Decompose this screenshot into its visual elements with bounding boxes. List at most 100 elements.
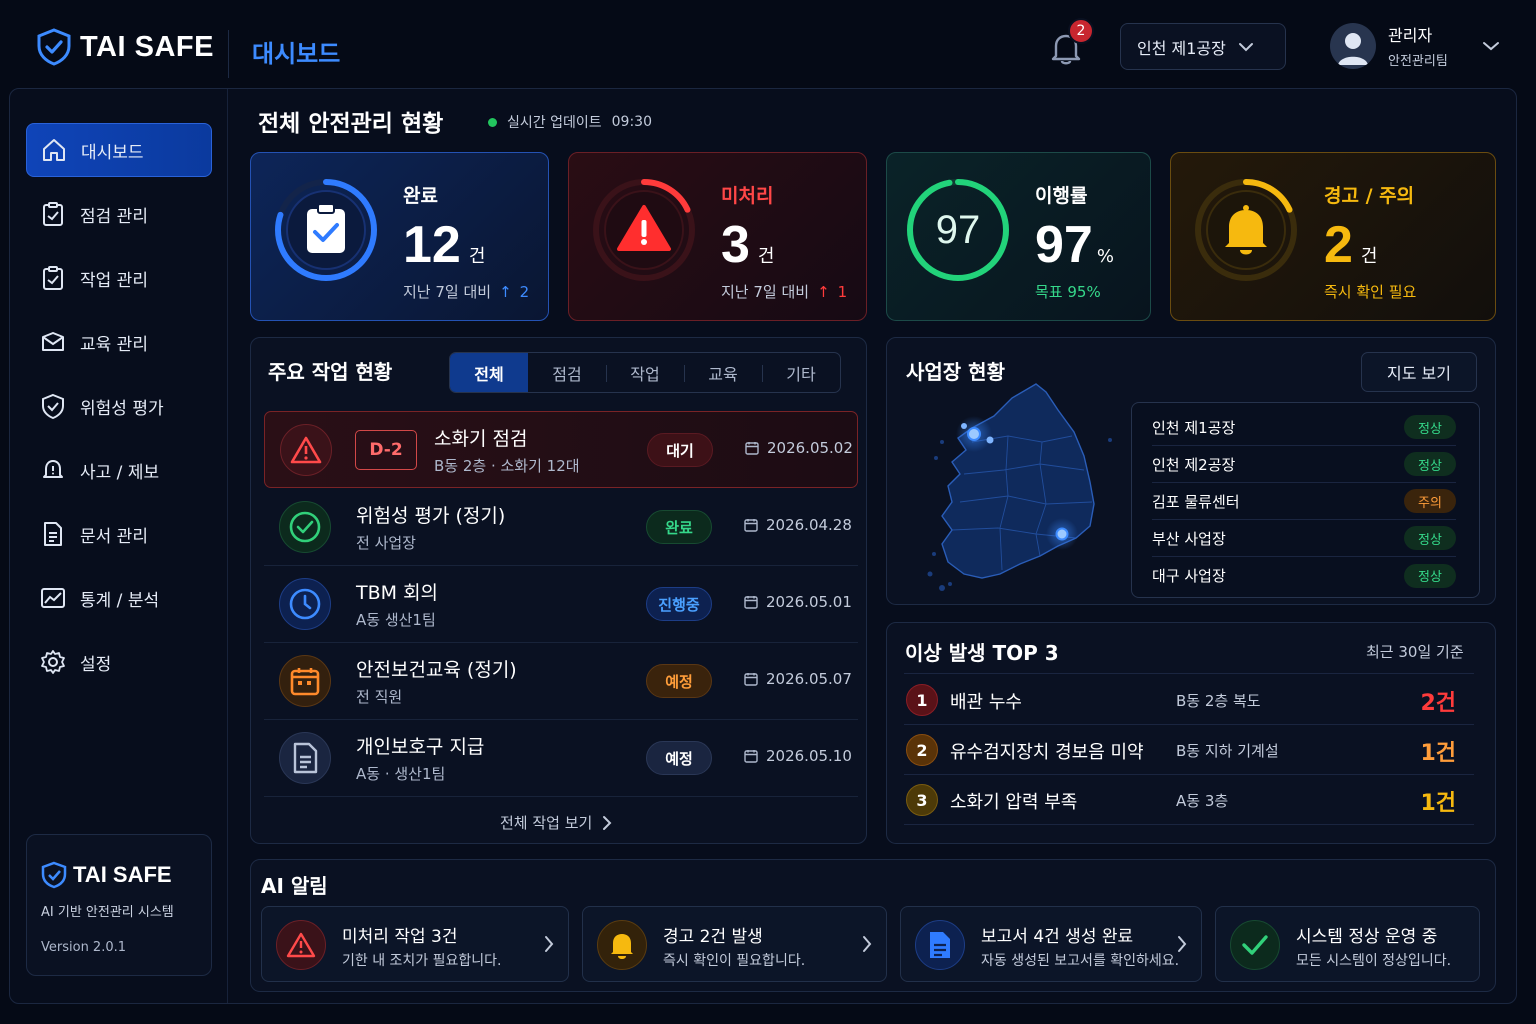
warning-icon bbox=[290, 436, 322, 464]
stat-card-warning[interactable]: 경고 / 주의 2 건 즉시 확인 필요 bbox=[1170, 152, 1496, 321]
live-dot bbox=[488, 117, 497, 127]
tab-all[interactable]: 전체 bbox=[450, 353, 528, 392]
task-row[interactable]: D-2 소화기 점검 B동 2층 · 소화기 12대 대기 2026.05.02 bbox=[264, 411, 858, 488]
task-title: TBM 회의 bbox=[356, 582, 439, 604]
ai-alert-card[interactable]: 경고 2건 발생 즉시 확인이 필요합니다. bbox=[582, 906, 887, 982]
stat-card-pending[interactable]: 미처리 3 건 지난 7일 대비 ↑ 1 bbox=[568, 152, 867, 321]
tab-inspection[interactable]: 점검 bbox=[528, 353, 606, 392]
chevron-right-icon bbox=[863, 936, 872, 952]
dday-badge: D-2 bbox=[355, 430, 417, 470]
stat-note: 즉시 확인 필요 bbox=[1324, 283, 1417, 301]
rank-badge: 2 bbox=[906, 734, 938, 766]
map-marker[interactable] bbox=[967, 427, 981, 441]
sidebar-item-label: 작업 관리 bbox=[80, 270, 148, 291]
ai-alert-icon bbox=[915, 920, 965, 970]
user-menu[interactable]: 관리자 안전관리팀 bbox=[1330, 22, 1500, 69]
tab-other[interactable]: 기타 bbox=[762, 353, 840, 392]
site-status-badge: 주의 bbox=[1404, 489, 1456, 513]
site-name: 부산 사업장 bbox=[1152, 529, 1226, 548]
issue-name: 소화기 압력 부족 bbox=[950, 792, 1078, 813]
issue-name: 유수검지장치 경보음 미약 bbox=[950, 742, 1144, 763]
ai-alert-title: 보고서 4건 생성 완료 bbox=[981, 927, 1134, 947]
ai-alert-title: 시스템 정상 운영 중 bbox=[1296, 927, 1438, 947]
task-date: 2026.04.28 bbox=[744, 516, 852, 534]
view-map-button[interactable]: 지도 보기 bbox=[1361, 352, 1477, 392]
brand-logo[interactable]: TAI SAFE bbox=[36, 28, 214, 66]
top3-row[interactable]: 1 배관 누수 B동 2층 복도 2건 bbox=[904, 675, 1474, 725]
sidebar-item-statistics[interactable]: 통계 / 분석 bbox=[26, 571, 212, 625]
calendar-icon bbox=[290, 668, 320, 696]
progress-ring-done bbox=[275, 179, 377, 281]
ai-alert-card[interactable]: 시스템 정상 운영 중 모든 시스템이 정상입니다. bbox=[1215, 906, 1480, 982]
tab-education[interactable]: 교육 bbox=[684, 353, 762, 392]
map-marker[interactable] bbox=[1055, 527, 1069, 541]
task-row[interactable]: 위험성 평가 (정기) 전 사업장 완료 2026.04.28 bbox=[264, 489, 858, 566]
site-name: 인천 제1공장 bbox=[1152, 418, 1236, 437]
map-marker[interactable] bbox=[961, 423, 967, 429]
sidebar-item-dashboard[interactable]: 대시보드 bbox=[26, 123, 212, 177]
site-select[interactable]: 인천 제1공장 bbox=[1120, 23, 1286, 70]
stat-card-rate[interactable]: 97 이행률 97 % 목표 95% bbox=[886, 152, 1151, 321]
site-row[interactable]: 인천 제2공장 정상 bbox=[1152, 446, 1456, 483]
site-row[interactable]: 부산 사업장 정상 bbox=[1152, 520, 1456, 557]
check-icon bbox=[1242, 935, 1268, 955]
ai-alert-card[interactable]: 보고서 4건 생성 완료 자동 생성된 보고서를 확인하세요. bbox=[900, 906, 1202, 982]
ai-alert-title: 경고 2건 발생 bbox=[663, 927, 763, 947]
notification-badge: 2 bbox=[1068, 18, 1094, 44]
user-name: 관리자 bbox=[1388, 26, 1433, 45]
site-row[interactable]: 대구 사업장 정상 bbox=[1152, 557, 1456, 594]
task-subtitle: A동 · 생산1팀 bbox=[356, 765, 446, 783]
map-marker[interactable] bbox=[986, 436, 994, 444]
stat-delta: 1 bbox=[837, 282, 848, 301]
user-role: 안전관리팀 bbox=[1388, 54, 1448, 69]
document-icon bbox=[44, 522, 62, 546]
sidebar-item-risk[interactable]: 위험성 평가 bbox=[26, 379, 212, 433]
sidebar-item-label: 통계 / 분석 bbox=[80, 590, 160, 611]
status-badge: 진행중 bbox=[646, 587, 712, 621]
card-brand: TAI SAFE bbox=[73, 862, 172, 887]
education-icon bbox=[42, 332, 64, 351]
top3-row[interactable]: 2 유수검지장치 경보음 미약 B동 지하 기계설 1건 bbox=[904, 725, 1474, 775]
task-subtitle: A동 생산1팀 bbox=[356, 611, 436, 629]
task-date-text: 2026.04.28 bbox=[766, 516, 852, 534]
top3-row[interactable]: 3 소화기 압력 부족 A동 3층 1건 bbox=[904, 775, 1474, 825]
task-row[interactable]: 개인보호구 지급 A동 · 생산1팀 예정 2026.05.10 bbox=[264, 720, 858, 797]
sidebar-item-settings[interactable]: 설정 bbox=[26, 635, 212, 689]
stat-target: 목표 95% bbox=[1035, 283, 1101, 301]
avatar bbox=[1330, 22, 1376, 69]
task-row[interactable]: TBM 회의 A동 생산1팀 진행중 2026.05.01 bbox=[264, 566, 858, 643]
stat-label: 완료 bbox=[403, 185, 438, 207]
document-icon bbox=[293, 742, 318, 774]
site-name: 김포 물류센터 bbox=[1152, 492, 1240, 511]
task-tabs: 전체 점검 작업 교육 기타 bbox=[449, 352, 841, 393]
task-panel-title: 주요 작업 현황 bbox=[268, 360, 393, 384]
task-row[interactable]: 안전보건교육 (정기) 전 직원 예정 2026.05.07 bbox=[264, 643, 858, 720]
status-badge: 대기 bbox=[647, 433, 713, 467]
sidebar-item-label: 설정 bbox=[80, 654, 112, 675]
sidebar-item-incident[interactable]: 사고 / 제보 bbox=[26, 443, 212, 497]
tab-work[interactable]: 작업 bbox=[606, 353, 684, 392]
notification-button[interactable]: 2 bbox=[1046, 18, 1094, 68]
view-all-tasks-link[interactable]: 전체 작업 보기 bbox=[500, 812, 612, 833]
stat-card-done[interactable]: 완료 12 건 지난 7일 대비 ↑ 2 bbox=[250, 152, 549, 321]
task-icon bbox=[279, 501, 331, 553]
bell-icon bbox=[611, 934, 633, 959]
task-date-text: 2026.05.02 bbox=[767, 439, 853, 457]
sidebar-item-work[interactable]: 작업 관리 bbox=[26, 251, 212, 305]
sidebar-item-documents[interactable]: 문서 관리 bbox=[26, 507, 212, 561]
task-title: 소화기 점검 bbox=[434, 428, 528, 450]
rank-badge: 1 bbox=[906, 684, 938, 716]
sidebar-item-education[interactable]: 교육 관리 bbox=[26, 315, 212, 369]
site-row[interactable]: 인천 제1공장 정상 bbox=[1152, 409, 1456, 446]
sidebar-item-inspection[interactable]: 점검 관리 bbox=[26, 187, 212, 241]
clipboard-check-icon bbox=[43, 202, 63, 226]
stat-value: 97 bbox=[1035, 216, 1093, 274]
version-label: Version 2.0.1 bbox=[41, 940, 127, 955]
site-row[interactable]: 김포 물류센터 주의 bbox=[1152, 483, 1456, 520]
status-badge: 예정 bbox=[646, 664, 712, 698]
korea-map[interactable] bbox=[912, 378, 1122, 592]
ai-alert-card[interactable]: 미처리 작업 3건 기한 내 조치가 필요합니다. bbox=[261, 906, 569, 982]
issue-location: B동 지하 기계설 bbox=[1176, 742, 1279, 760]
sidebar-item-label: 교육 관리 bbox=[80, 334, 148, 355]
stat-unit: 건 bbox=[757, 246, 775, 267]
